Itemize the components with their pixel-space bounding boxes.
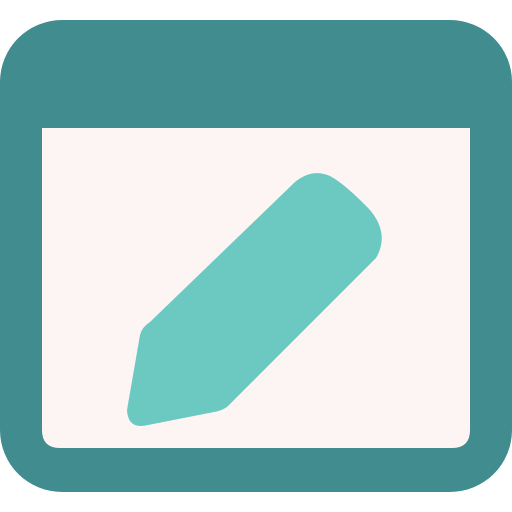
edit-window-icon-graphic <box>0 20 512 492</box>
edit-window-icon <box>0 0 512 512</box>
